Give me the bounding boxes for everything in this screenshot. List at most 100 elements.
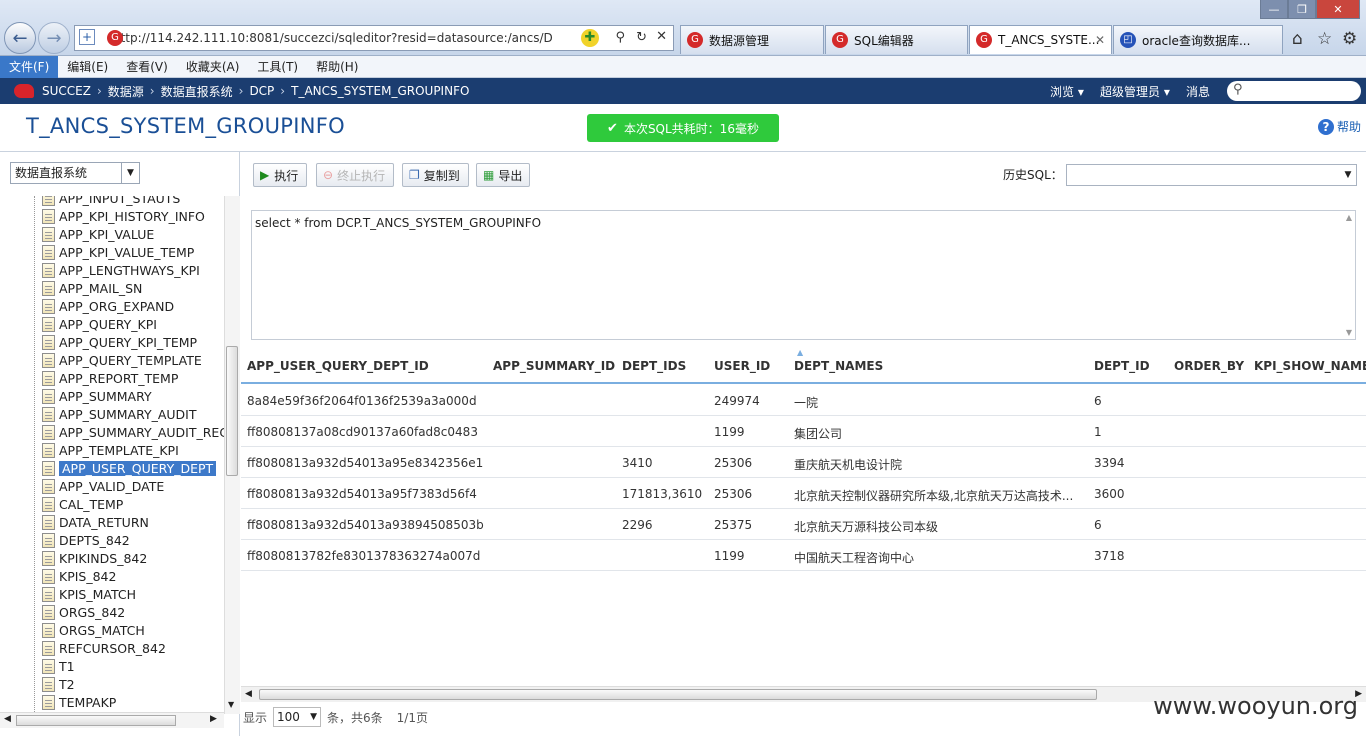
global-search-input[interactable]: ⚲ bbox=[1227, 81, 1361, 101]
breadcrumb-system[interactable]: 数据直报系统 bbox=[161, 83, 233, 100]
tab-current[interactable]: G T_ANCS_SYSTE... ✕ bbox=[969, 25, 1112, 54]
tree-item[interactable]: REFCURSOR_842 bbox=[42, 639, 166, 657]
menu-tools[interactable]: 工具(T) bbox=[248, 56, 307, 78]
menu-file[interactable]: 文件(F) bbox=[0, 55, 59, 78]
scroll-down-icon[interactable]: ▼ bbox=[228, 700, 234, 709]
settings-gear-icon[interactable]: ⚙ bbox=[1342, 29, 1357, 49]
scroll-thumb[interactable] bbox=[16, 715, 176, 726]
scroll-up-icon[interactable]: ▲ bbox=[1346, 213, 1352, 222]
breadcrumb-datasource[interactable]: 数据源 bbox=[108, 83, 144, 100]
menu-view[interactable]: 查看(V) bbox=[117, 56, 177, 78]
tree-item[interactable]: DATA_RETURN bbox=[42, 513, 149, 531]
column-header[interactable]: DEPT_IDS bbox=[622, 359, 686, 373]
messages-link[interactable]: 消息 bbox=[1186, 83, 1210, 100]
scroll-down-icon[interactable]: ▼ bbox=[1346, 328, 1352, 337]
stop-icon: ⊖ bbox=[323, 168, 334, 182]
stop-icon[interactable]: ✕ bbox=[656, 29, 667, 44]
admin-menu[interactable]: 超级管理员 ▾ bbox=[1100, 83, 1170, 100]
tree-item[interactable]: ORGS_MATCH bbox=[42, 621, 145, 639]
tree-item[interactable]: APP_REPORT_TEMP bbox=[42, 369, 178, 387]
tree-item[interactable]: APP_TEMPLATE_KPI bbox=[42, 441, 179, 459]
tree-item[interactable]: APP_SUMMARY_AUDIT bbox=[42, 405, 197, 423]
tree-item[interactable]: APP_INPUT_STAUTS bbox=[42, 196, 180, 207]
tree-item[interactable]: APP_VALID_DATE bbox=[42, 477, 164, 495]
column-header[interactable]: APP_SUMMARY_ID bbox=[493, 359, 615, 373]
column-header[interactable]: ORDER_BY bbox=[1174, 359, 1244, 373]
tab-close-icon[interactable]: ✕ bbox=[1095, 33, 1105, 47]
tree-horizontal-scrollbar[interactable]: ◀ ▶ bbox=[0, 712, 224, 728]
tree-item[interactable]: APP_ORG_EXPAND bbox=[42, 297, 174, 315]
tree-item[interactable]: KPIS_MATCH bbox=[42, 585, 136, 603]
close-window-button[interactable]: ✕ bbox=[1316, 0, 1360, 19]
scroll-thumb[interactable] bbox=[226, 346, 238, 476]
tree-item[interactable]: T2 bbox=[42, 675, 75, 693]
table-row[interactable]: ff8080813a932d54013a95f7383d56f4 171813,3… bbox=[241, 478, 1366, 509]
tree-item[interactable]: APP_SUMMARY_AUDIT_REC bbox=[42, 423, 224, 441]
tree-item[interactable]: DEPTS_842 bbox=[42, 531, 130, 549]
menu-edit[interactable]: 编辑(E) bbox=[58, 56, 117, 78]
tree-item[interactable]: APP_USER_QUERY_DEPT bbox=[42, 459, 217, 477]
tree-vertical-scrollbar[interactable]: ▼ bbox=[224, 196, 240, 714]
scroll-thumb[interactable] bbox=[259, 689, 1097, 700]
column-header[interactable]: KPI_SHOW_NAME bbox=[1254, 359, 1366, 373]
tree-item[interactable]: APP_KPI_VALUE bbox=[42, 225, 154, 243]
column-header[interactable]: DEPT_NAMES bbox=[794, 359, 883, 373]
export-icon: ▦ bbox=[483, 168, 495, 182]
tree-item[interactable]: APP_LENGTHWAYS_KPI bbox=[42, 261, 200, 279]
table-icon bbox=[42, 586, 55, 602]
page-size-select[interactable]: 100 ▼ bbox=[273, 707, 322, 727]
table-row[interactable]: ff8080813782fe8301378363274a007d 1199 中国航天… bbox=[241, 540, 1366, 571]
tree-item[interactable]: KPIS_842 bbox=[42, 567, 116, 585]
tree-item[interactable]: KPIKINDS_842 bbox=[42, 549, 147, 567]
tree-item[interactable]: ORGS_842 bbox=[42, 603, 125, 621]
table-row[interactable]: ff8080813a932d54013a95e8342356e1 3410 2530… bbox=[241, 447, 1366, 478]
maximize-button[interactable]: ❐ bbox=[1288, 0, 1316, 19]
refresh-icon[interactable]: ↻ bbox=[636, 30, 647, 45]
export-button[interactable]: ▦ 导出 bbox=[476, 163, 530, 187]
menu-help[interactable]: 帮助(H) bbox=[307, 56, 367, 78]
minimize-button[interactable]: — bbox=[1260, 0, 1288, 19]
tree-item[interactable]: APP_MAIL_SN bbox=[42, 279, 142, 297]
menu-favorites[interactable]: 收藏夹(A) bbox=[177, 56, 249, 78]
tab-oracle[interactable]: ◰ oracle查询数据库... bbox=[1113, 25, 1283, 54]
table-row[interactable]: ff8080813a932d54013a93894508503b 2296 2537… bbox=[241, 509, 1366, 540]
column-header[interactable]: APP_USER_QUERY_DEPT_ID bbox=[247, 359, 429, 373]
back-button[interactable]: ← bbox=[4, 22, 36, 54]
splitter-handle-icon[interactable]: ▲ bbox=[797, 350, 803, 357]
tree-item[interactable]: APP_SUMMARY bbox=[42, 387, 152, 405]
tree-item[interactable]: APP_KPI_VALUE_TEMP bbox=[42, 243, 194, 261]
execute-button[interactable]: ▶ 执行 bbox=[253, 163, 307, 187]
forward-button[interactable]: → bbox=[38, 22, 70, 54]
tree-item[interactable]: TEMPAKP bbox=[42, 693, 116, 711]
datasource-select[interactable]: 数据直报系统 ▼ bbox=[10, 162, 140, 184]
breadcrumb-dcp[interactable]: DCP bbox=[249, 84, 274, 98]
tree-item[interactable]: APP_QUERY_TEMPLATE bbox=[42, 351, 202, 369]
tree-item[interactable]: APP_QUERY_KPI bbox=[42, 315, 157, 333]
scroll-left-icon[interactable]: ◀ bbox=[4, 714, 11, 724]
tree-item[interactable]: CAL_TEMP bbox=[42, 495, 123, 513]
tab-datasource-mgmt[interactable]: G 数据源管理 bbox=[680, 25, 824, 54]
sql-textarea[interactable]: select * from DCP.T_ANCS_SYSTEM_GROUPINF… bbox=[251, 210, 1356, 340]
column-header[interactable]: DEPT_ID bbox=[1094, 359, 1150, 373]
compat-icon: + bbox=[79, 29, 95, 45]
tab-sql-editor[interactable]: G SQL编辑器 bbox=[825, 25, 968, 54]
tree-item[interactable]: APP_KPI_HISTORY_INFO bbox=[42, 207, 205, 225]
stop-execute-button[interactable]: ⊖ 终止执行 bbox=[316, 163, 394, 187]
tree-item[interactable]: APP_QUERY_KPI_TEMP bbox=[42, 333, 197, 351]
table-row[interactable]: ff80808137a08cd90137a60fad8c0483 1199 集团公司… bbox=[241, 416, 1366, 447]
address-bar[interactable]: + G http://114.242.111.10:8081/succezci/… bbox=[74, 25, 674, 51]
favorites-star-icon[interactable]: ☆ bbox=[1317, 29, 1332, 49]
help-link[interactable]: ? 帮助 bbox=[1318, 118, 1361, 135]
column-header[interactable]: USER_ID bbox=[714, 359, 770, 373]
scroll-right-icon[interactable]: ▶ bbox=[210, 714, 217, 724]
home-icon[interactable]: ⌂ bbox=[1292, 29, 1303, 49]
history-sql-select[interactable]: ▼ bbox=[1066, 164, 1357, 186]
breadcrumb-home[interactable]: SUCCEZ bbox=[42, 84, 91, 98]
search-icon[interactable]: ⚲ bbox=[615, 30, 625, 45]
browse-menu[interactable]: 浏览 ▾ bbox=[1050, 83, 1084, 100]
copy-to-button[interactable]: ❐ 复制到 bbox=[402, 163, 469, 187]
table-row[interactable]: 8a84e59f36f2064f0136f2539a3a000d 249974 一院… bbox=[241, 385, 1366, 416]
tree-item[interactable]: T1 bbox=[42, 657, 75, 675]
scroll-left-icon[interactable]: ◀ bbox=[245, 689, 252, 699]
compat-view-icon[interactable]: ✚ bbox=[581, 29, 599, 47]
